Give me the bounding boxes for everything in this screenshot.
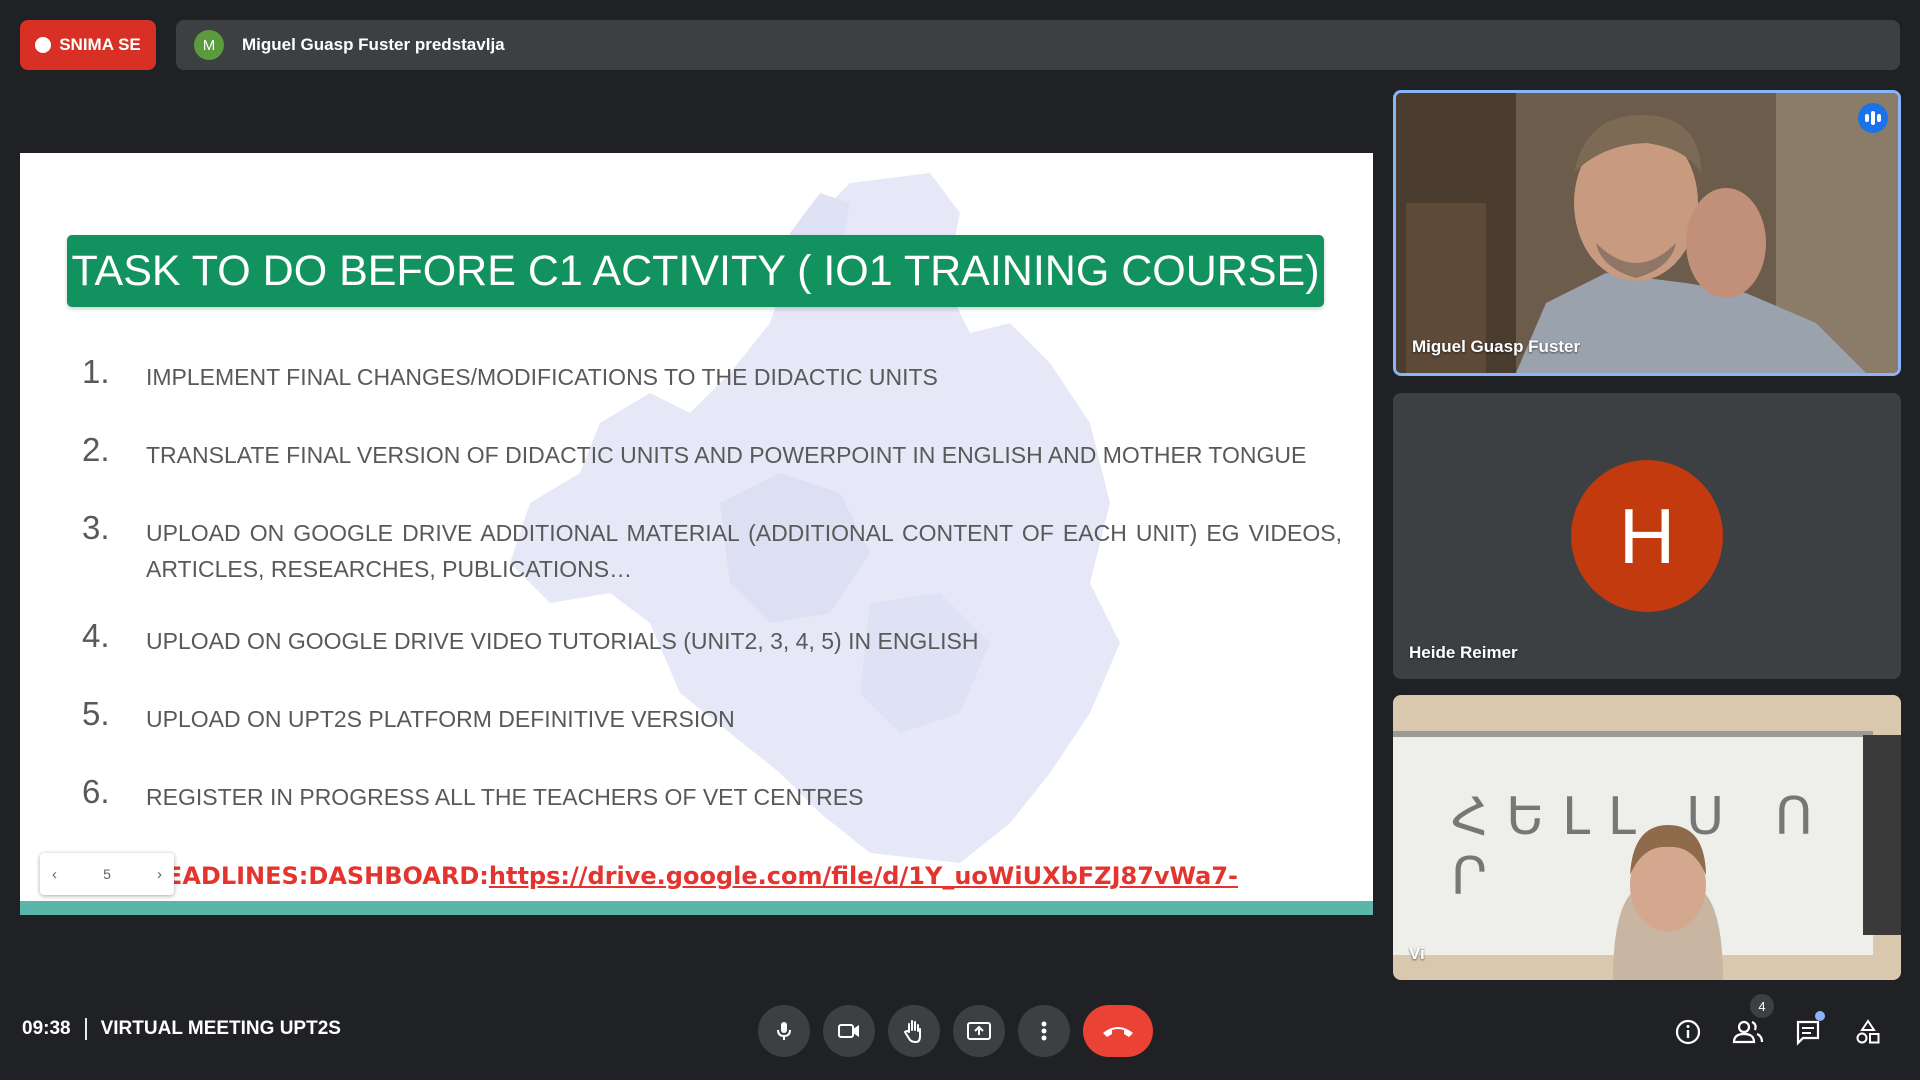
task-number: 5.	[82, 695, 110, 732]
participant-tile-miguel[interactable]: Miguel Guasp Fuster	[1393, 90, 1901, 376]
hand-icon	[903, 1020, 921, 1044]
speaking-indicator-icon	[1858, 103, 1888, 133]
whiteboard-text: ՀԵԼԼ Ս Ո Ր	[1451, 788, 1831, 906]
shared-slide: TASK TO DO BEFORE C1 ACTIVITY ( IO1 TRAI…	[20, 153, 1373, 915]
more-vert-icon	[1041, 1021, 1047, 1041]
meeting-time: 09:38	[22, 1018, 71, 1039]
task-number: 2.	[82, 431, 110, 468]
participant-name: Miguel Guasp Fuster	[1412, 337, 1581, 356]
activities-button[interactable]	[1846, 1010, 1890, 1054]
present-button[interactable]	[953, 1005, 1005, 1057]
slide-navigator: ‹ 5 ›	[40, 853, 174, 895]
slide-title: TASK TO DO BEFORE C1 ACTIVITY ( IO1 TRAI…	[67, 235, 1324, 307]
task-number: 6.	[82, 773, 110, 810]
task-text: REGISTER IN PROGRESS ALL THE TEACHERS OF…	[146, 784, 864, 810]
deadline-label: DEADLINES:DASHBOARD:	[146, 862, 489, 890]
people-icon	[1732, 1020, 1764, 1044]
slide-page-number: 5	[103, 866, 111, 882]
task-text: UPLOAD ON UPT2S PLATFORM DEFINITIVE VERS…	[146, 706, 735, 732]
slide-next-button[interactable]: ›	[157, 866, 162, 883]
presenter-text: Miguel Guasp Fuster predstavlja	[242, 35, 505, 54]
raise-hand-button[interactable]	[888, 1005, 940, 1057]
end-call-button[interactable]	[1083, 1005, 1153, 1057]
participant-tile-vi[interactable]: ՀԵԼԼ Ս Ո Ր Vi	[1393, 695, 1901, 980]
participant-tile-heide[interactable]: H Heide Reimer	[1393, 393, 1901, 679]
mic-icon	[777, 1022, 791, 1040]
task-text: IMPLEMENT FINAL CHANGES/MODIFICATIONS TO…	[146, 364, 938, 390]
meeting-info: 09:38 VIRTUAL MEETING UPT2S	[22, 1018, 341, 1040]
meeting-info-button[interactable]	[1666, 1010, 1710, 1054]
task-number: 1.	[82, 353, 110, 390]
presenter-avatar: M	[194, 30, 224, 60]
meeting-title: VIRTUAL MEETING UPT2S	[100, 1018, 341, 1039]
people-count-badge: 4	[1750, 994, 1774, 1018]
miguel-video-feed	[1396, 93, 1898, 373]
mic-button[interactable]	[758, 1005, 810, 1057]
end-call-icon	[1103, 1027, 1133, 1037]
record-dot-icon	[35, 37, 52, 53]
presenter-banner: M Miguel Guasp Fuster predstavlja	[176, 20, 1900, 70]
present-icon	[967, 1022, 991, 1040]
slide-prev-button[interactable]: ‹	[52, 866, 57, 883]
more-options-button[interactable]	[1018, 1005, 1070, 1057]
chat-notification-dot	[1815, 1011, 1825, 1021]
task-number: 4.	[82, 617, 110, 654]
camera-button[interactable]	[823, 1005, 875, 1057]
task-text: UPLOAD ON GOOGLE DRIVE ADDITIONAL MATERI…	[146, 520, 1342, 582]
task-text: UPLOAD ON GOOGLE DRIVE VIDEO TUTORIALS (…	[146, 628, 979, 654]
participant-avatar: H	[1571, 460, 1723, 612]
recording-label: SNIMA SE	[59, 35, 141, 54]
slide-footer-bar	[20, 901, 1373, 915]
separator	[84, 1018, 87, 1040]
info-icon	[1675, 1019, 1701, 1045]
task-number: 3.	[82, 509, 110, 546]
activities-icon	[1856, 1019, 1880, 1044]
chat-icon	[1796, 1020, 1820, 1046]
recording-badge[interactable]: SNIMA SE	[20, 20, 156, 70]
camera-icon	[838, 1024, 859, 1038]
participant-name: Heide Reimer	[1409, 643, 1518, 662]
task-text: TRANSLATE FINAL VERSION OF DIDACTIC UNIT…	[146, 442, 1307, 468]
participant-name: Vi	[1409, 944, 1425, 963]
